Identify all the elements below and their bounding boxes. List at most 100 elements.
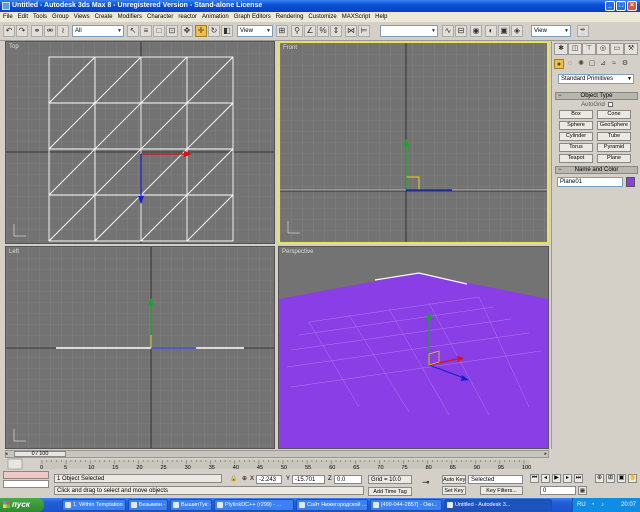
reference-coordinate-dropdown[interactable]: View	[237, 25, 273, 37]
time-slider-thumb[interactable]: 0 / 100	[14, 451, 66, 457]
pyramid-button[interactable]: Pyramid	[597, 143, 631, 152]
autogrid-check-icon[interactable]	[607, 101, 613, 107]
menu-customize[interactable]: Customize	[308, 14, 336, 20]
lights-icon[interactable]: ✺	[576, 59, 586, 69]
select-link-icon[interactable]: ⚭	[31, 25, 43, 37]
quick-render-icon[interactable]: ◈	[511, 25, 523, 37]
align-icon[interactable]: ⊨	[358, 25, 370, 37]
window-crossing-icon[interactable]: ⊡	[166, 25, 178, 37]
viewport-perspective[interactable]: Perspective	[278, 246, 549, 449]
close-button[interactable]: ×	[627, 1, 637, 11]
time-slider-prev-icon[interactable]: ◂	[5, 451, 8, 457]
viewport-label-left[interactable]: Left	[9, 249, 19, 255]
selection-filter-dropdown[interactable]: All	[72, 25, 124, 37]
create-tab-icon[interactable]: ✱	[554, 43, 568, 55]
geosphere-button[interactable]: GeoSphere	[597, 121, 631, 130]
taskbar-item-chat-window[interactable]: [499-044-2857] - Окн...	[370, 499, 442, 511]
app-icon[interactable]	[2, 2, 10, 10]
taskbar-item-within-temptation[interactable]: 1. Within Temptation ...	[62, 499, 126, 511]
plane-button[interactable]: Plane	[597, 154, 631, 163]
utilities-tab-icon[interactable]: ⚒	[624, 43, 638, 55]
viewport-label-perspective[interactable]: Perspective	[282, 249, 313, 255]
menu-graph-editors[interactable]: Graph Editors	[234, 14, 271, 20]
shapes-icon[interactable]: ◌	[565, 59, 575, 69]
render-type-dropdown[interactable]: View	[531, 25, 571, 37]
track-bar[interactable]: 0 5 10 15 20 25 30 35 40 45 50 55 60 65 70 75 80 85 90 95 10…	[0, 458, 640, 470]
menu-animation[interactable]: Animation	[202, 14, 229, 20]
menu-help[interactable]: Help	[375, 14, 387, 20]
geometry-icon[interactable]: ●	[554, 59, 564, 69]
box-button[interactable]: Box	[559, 110, 593, 119]
menu-views[interactable]: Views	[74, 14, 90, 20]
taskbar-item-dcplusplus[interactable]: PlyIinkDC++ (r299) - ...	[214, 499, 294, 511]
taskbar-item-nizhny-site[interactable]: Сайт Нижегородской ...	[296, 499, 368, 511]
previous-frame-icon[interactable]: ◂	[541, 474, 550, 483]
time-config-icon[interactable]: ▦	[578, 486, 587, 495]
hierarchy-tab-icon[interactable]: ⊤	[582, 43, 596, 55]
pivot-center-icon[interactable]: ⊞	[276, 25, 288, 37]
maxscript-mini-field[interactable]	[3, 480, 49, 488]
named-selection-sets-dropdown[interactable]	[380, 25, 438, 37]
select-by-name-icon[interactable]: ≡	[140, 25, 152, 37]
menu-reactor[interactable]: reactor	[178, 14, 197, 20]
cylinder-button[interactable]: Cylinder	[559, 132, 593, 141]
taskbar-item-3dsmax[interactable]: Untitled - Autodesk 3...	[444, 499, 552, 511]
object-color-swatch[interactable]	[626, 177, 635, 187]
curve-editor-icon[interactable]: ∿	[442, 25, 454, 37]
viewport-front[interactable]: Front	[278, 41, 549, 244]
spinner-snap-icon[interactable]: ⇕	[330, 25, 342, 37]
select-move-icon[interactable]: ✛	[195, 25, 207, 37]
menu-file[interactable]: File	[3, 14, 13, 20]
time-slider[interactable]: ◂ 0 / 100 ▸	[5, 450, 549, 458]
mirror-icon[interactable]: ⋈	[345, 25, 357, 37]
select-scale-icon[interactable]: ◧	[221, 25, 233, 37]
menu-group[interactable]: Group	[52, 14, 69, 20]
y-coordinate-field[interactable]: -15.701	[292, 475, 325, 484]
cone-button[interactable]: Cone	[597, 110, 631, 119]
cameras-icon[interactable]: ▢	[587, 59, 597, 69]
menu-modifiers[interactable]: Modifiers	[118, 14, 142, 20]
sphere-button[interactable]: Sphere	[559, 121, 593, 130]
tray-volume-icon[interactable]: ♪	[601, 498, 604, 512]
play-icon[interactable]: ▶	[552, 474, 561, 483]
percent-snap-icon[interactable]: %	[317, 25, 329, 37]
viewport-label-top[interactable]: Top	[9, 44, 19, 50]
go-to-end-icon[interactable]: ⏭	[574, 474, 583, 483]
render-frame-icon[interactable]: ▣	[498, 25, 510, 37]
next-frame-icon[interactable]: ▸	[563, 474, 572, 483]
lock-selection-icon[interactable]: 🔒	[230, 475, 237, 483]
modify-tab-icon[interactable]: ◫	[568, 43, 582, 55]
zoom-all-icon[interactable]: ⊞	[606, 474, 615, 483]
current-frame-field[interactable]: 0	[540, 486, 576, 495]
tray-network-icon[interactable]: ◔	[591, 498, 595, 512]
key-icon[interactable]: ⊸	[422, 478, 430, 487]
menu-character[interactable]: Character	[147, 14, 173, 20]
select-object-icon[interactable]: ↖	[127, 25, 139, 37]
zoom-icon[interactable]: ⊕	[595, 474, 604, 483]
snaps-toggle-icon[interactable]: ⚲	[291, 25, 303, 37]
pan-icon[interactable]: ✋	[628, 474, 637, 483]
menu-create[interactable]: Create	[95, 14, 113, 20]
unlink-icon[interactable]: ⚮	[44, 25, 56, 37]
maxscript-listener-field[interactable]	[3, 471, 49, 479]
autogrid-checkbox[interactable]: AutoGrid	[558, 101, 636, 109]
key-filters-button[interactable]: Key Filters...	[480, 486, 523, 495]
start-button[interactable]: пуск	[0, 498, 44, 512]
systems-icon[interactable]: ⚙	[620, 59, 630, 69]
redo-icon[interactable]: ↷	[16, 25, 28, 37]
menu-maxscript[interactable]: MAXScript	[342, 14, 370, 20]
auto-key-button[interactable]: Auto Key	[442, 475, 466, 484]
angle-snap-icon[interactable]: ∠	[304, 25, 316, 37]
helpers-icon[interactable]: ⊿	[598, 59, 608, 69]
menu-tools[interactable]: Tools	[33, 14, 47, 20]
teapot-button[interactable]: Teapot	[559, 154, 593, 163]
key-mode-dropdown[interactable]: Selected	[468, 475, 523, 484]
absolute-mode-icon[interactable]: ⊕	[242, 475, 247, 483]
time-slider-next-icon[interactable]: ▸	[544, 451, 547, 457]
quick-render-teapot-icon[interactable]: ☕	[577, 25, 589, 37]
viewport-top[interactable]: Top	[5, 41, 275, 244]
tube-button[interactable]: Tube	[597, 132, 631, 141]
motion-tab-icon[interactable]: ◎	[596, 43, 610, 55]
menu-edit[interactable]: Edit	[18, 14, 28, 20]
select-manipulate-icon[interactable]: ✥	[181, 25, 193, 37]
